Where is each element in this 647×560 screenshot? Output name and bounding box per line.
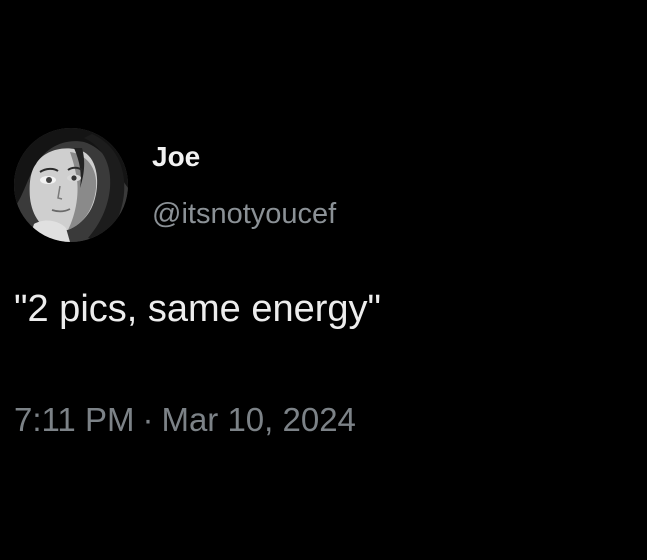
meta-separator: · — [142, 401, 154, 438]
tweet-time: 7:11 PM — [14, 401, 135, 438]
tweet-date: Mar 10, 2024 — [161, 401, 356, 438]
avatar-image-icon — [14, 128, 128, 242]
tweet-timestamp[interactable]: 7:11 PM · Mar 10, 2024 — [14, 400, 356, 440]
display-name[interactable]: Joe — [152, 140, 200, 174]
avatar[interactable] — [14, 128, 128, 242]
tweet-card: Joe @itsnotyoucef "2 pics, same energy" … — [0, 0, 647, 560]
tweet-text: "2 pics, same energy" — [14, 288, 382, 330]
user-handle[interactable]: @itsnotyoucef — [152, 196, 336, 232]
